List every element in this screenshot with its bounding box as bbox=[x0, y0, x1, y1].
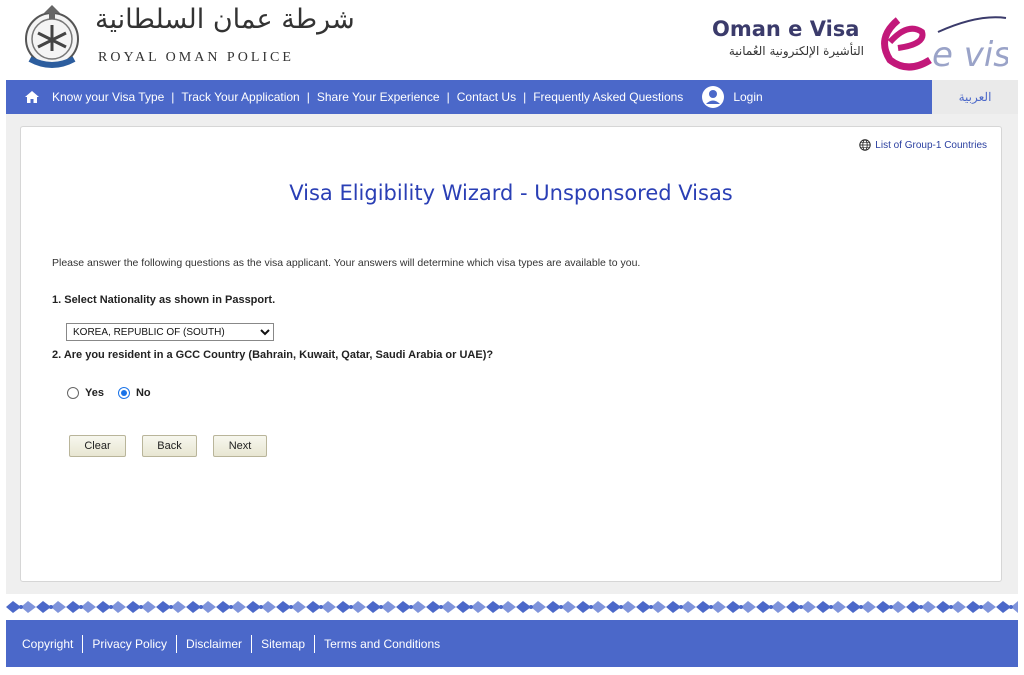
radio-no-label: No bbox=[135, 387, 151, 399]
nav-track-application[interactable]: Track Your Application bbox=[181, 90, 299, 104]
home-icon[interactable] bbox=[24, 89, 40, 105]
user-icon bbox=[702, 86, 725, 108]
evisa-title: Oman e Visa bbox=[712, 17, 860, 41]
footer-sitemap[interactable]: Sitemap bbox=[261, 637, 305, 651]
footer-separator bbox=[251, 634, 253, 653]
decorative-border bbox=[6, 598, 1018, 616]
footer-copyright[interactable]: Copyright bbox=[22, 637, 73, 651]
question-gcc-resident: 2. Are you resident in a GCC Country (Ba… bbox=[52, 349, 494, 361]
nav-share-experience[interactable]: Share Your Experience bbox=[317, 90, 440, 104]
nav-separator: | bbox=[523, 90, 527, 104]
nationality-select[interactable]: KOREA, REPUBLIC OF (SOUTH) bbox=[66, 323, 274, 341]
footer-separator bbox=[82, 634, 84, 653]
footer-terms[interactable]: Terms and Conditions bbox=[324, 637, 440, 651]
site-footer: Copyright Privacy Policy Disclaimer Site… bbox=[6, 620, 1018, 667]
globe-icon bbox=[859, 139, 871, 151]
group-1-countries-link[interactable]: List of Group-1 Countries bbox=[859, 139, 987, 151]
group-1-countries-label: List of Group-1 Countries bbox=[875, 139, 987, 151]
footer-disclaimer[interactable]: Disclaimer bbox=[186, 637, 242, 651]
royal-oman-police-emblem-icon bbox=[25, 5, 79, 68]
wizard-panel: List of Group-1 Countries Visa Eligibili… bbox=[20, 126, 1002, 582]
evisa-logo-icon: e visa bbox=[881, 16, 1008, 74]
footer-separator bbox=[314, 634, 316, 653]
language-switch-arabic[interactable]: العربية bbox=[932, 80, 1018, 114]
main-navigation: Know your Visa Type | Track Your Applica… bbox=[6, 80, 1018, 114]
page-title: Visa Eligibility Wizard - Unsponsored Vi… bbox=[289, 181, 733, 205]
footer-privacy-policy[interactable]: Privacy Policy bbox=[92, 637, 167, 651]
site-header: شرطة عمان السلطانية ROYAL OMAN POLICE Om… bbox=[0, 0, 1024, 78]
nav-separator: | bbox=[306, 90, 310, 104]
clear-button[interactable]: Clear bbox=[69, 435, 126, 457]
nav-contact-us[interactable]: Contact Us bbox=[457, 90, 516, 104]
nav-separator: | bbox=[446, 90, 450, 104]
login-link[interactable]: Login bbox=[701, 85, 763, 109]
nav-separator: | bbox=[171, 90, 175, 104]
nav-know-visa-type[interactable]: Know your Visa Type bbox=[52, 90, 164, 104]
back-button[interactable]: Back bbox=[142, 435, 197, 457]
login-label: Login bbox=[733, 90, 763, 104]
rop-arabic-name: شرطة عمان السلطانية bbox=[95, 4, 355, 35]
next-button[interactable]: Next bbox=[213, 435, 267, 457]
nav-links: Know your Visa Type | Track Your Applica… bbox=[52, 80, 763, 114]
evisa-arabic-subtitle: التأشيرة الإلكترونية العُمانية bbox=[728, 44, 864, 58]
radio-no[interactable] bbox=[117, 387, 130, 399]
gcc-resident-radio-group: Yes No bbox=[67, 387, 165, 399]
evisa-logo-text: e visa bbox=[932, 35, 1008, 74]
rop-latin-name: ROYAL OMAN POLICE bbox=[98, 50, 294, 65]
question-nationality: 1. Select Nationality as shown in Passpo… bbox=[52, 294, 276, 306]
intro-text: Please answer the following questions as… bbox=[52, 257, 641, 269]
radio-yes-label: Yes bbox=[85, 387, 104, 399]
footer-separator bbox=[176, 634, 178, 653]
radio-yes[interactable] bbox=[67, 387, 79, 399]
nav-faq[interactable]: Frequently Asked Questions bbox=[533, 90, 683, 104]
